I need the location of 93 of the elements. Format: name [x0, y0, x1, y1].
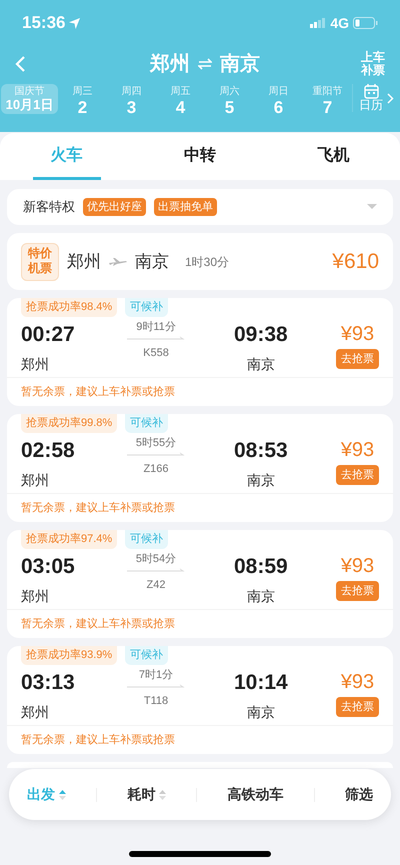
no-ticket-notice: 暂无余票，建议上车补票或抢票: [7, 724, 393, 756]
route-line: [127, 683, 185, 689]
waitlist-tag: 可候补: [125, 646, 168, 664]
train-card[interactable]: 抢票成功率98.4% 可候补 00:27 郑州 9时11分 K558 09:38 南京 ¥93 去抢票 暂无余票，建议上车补票或抢票: [7, 298, 393, 406]
waitlist-tag: 可候补: [125, 530, 168, 548]
success-rate-tag: 抢票成功率93.9%: [21, 646, 118, 664]
departure-time: 03:05: [21, 554, 76, 580]
onboard-ticket-button[interactable]: 上车补票: [360, 50, 386, 78]
train-card[interactable]: 抢票成功率97.4% 可候补 03:05 郑州 5时54分 Z42 08:59 南京 ¥93 去抢票 暂无余票，建议上车补票或抢票: [7, 530, 393, 638]
train-number: T118: [144, 694, 168, 709]
departure-station: 郑州: [21, 355, 50, 374]
success-rate-tag: 抢票成功率99.8%: [21, 414, 118, 432]
arrival-time: 09:38: [234, 322, 288, 348]
success-rate-tag: 抢票成功率97.4%: [21, 530, 118, 548]
mode-tab[interactable]: 火车: [32, 133, 101, 180]
date-tab[interactable]: 周日 6: [254, 84, 303, 120]
network-label: 4G: [330, 14, 349, 32]
ticket-price: ¥93: [340, 438, 374, 462]
sort-option[interactable]: 耗时: [121, 780, 172, 809]
train-card[interactable]: 抢票成功率99.8% 可候补 02:58 郑州 5时55分 Z166 08:53 南京 ¥93 去抢票 暂无余票，建议上车补票或抢票: [7, 414, 393, 522]
grab-ticket-button[interactable]: 去抢票: [336, 348, 379, 369]
date-tab[interactable]: 周六 5: [205, 84, 254, 120]
flight-destination: 南京: [135, 250, 169, 273]
mode-tab[interactable]: 中转: [133, 133, 267, 180]
arrival-station: 南京: [246, 703, 275, 722]
route-line: [127, 567, 185, 573]
sort-option[interactable]: 出发: [21, 780, 72, 809]
calendar-icon: [364, 84, 378, 99]
chevron-right-icon[interactable]: [387, 92, 394, 104]
travel-duration: 7时1分: [138, 668, 174, 682]
departure-station: 郑州: [21, 587, 50, 606]
travel-duration: 5时54分: [136, 552, 176, 566]
ticket-price: ¥93: [340, 322, 374, 346]
flight-card[interactable]: 特价机票 郑州 南京 1时30分 ¥610: [7, 233, 393, 290]
train-number: Z166: [143, 462, 169, 477]
no-ticket-notice: 暂无余票，建议上车补票或抢票: [7, 492, 393, 524]
promo-card[interactable]: 新客特权 优先出好座 出票抽免单: [7, 189, 393, 225]
sort-option[interactable]: 筛选: [338, 780, 379, 809]
promo-label: 新客特权: [23, 198, 75, 216]
grab-ticket-button[interactable]: 去抢票: [336, 464, 379, 485]
travel-duration: 9时11分: [136, 320, 176, 334]
arrival-time: 08:53: [234, 438, 288, 464]
swap-icon[interactable]: [198, 58, 212, 70]
train-number: Z42: [146, 578, 166, 593]
dropdown-icon[interactable]: [367, 204, 377, 210]
date-tab[interactable]: 周五 4: [156, 84, 205, 120]
arrival-station: 南京: [246, 587, 275, 606]
arrival-station: 南京: [246, 355, 275, 374]
arrival-time: 08:59: [234, 554, 288, 580]
departure-time: 00:27: [21, 322, 76, 348]
location-icon: [69, 18, 80, 28]
arrival-station: 南京: [246, 471, 275, 490]
date-tab[interactable]: 周三 2: [58, 84, 107, 120]
plane-icon: [109, 258, 127, 266]
date-tab[interactable]: 周四 3: [107, 84, 156, 120]
signal-icon: [310, 18, 326, 28]
back-icon[interactable]: [14, 55, 26, 73]
ticket-price: ¥93: [340, 670, 374, 694]
departure-time: 03:13: [21, 670, 76, 696]
arrival-time: 10:14: [234, 670, 288, 696]
status-time: 15:36: [22, 12, 66, 34]
flight-price: ¥610: [332, 248, 379, 275]
sort-icon: [59, 790, 66, 800]
grab-ticket-button[interactable]: 去抢票: [336, 696, 379, 717]
date-tab[interactable]: 国庆节 10月1日: [1, 84, 58, 114]
route-line: [127, 451, 185, 457]
waitlist-tag: 可候补: [125, 298, 168, 316]
flight-origin: 郑州: [67, 250, 101, 273]
special-fare-badge: 特价机票: [21, 242, 59, 280]
ticket-price: ¥93: [340, 554, 374, 578]
promo-tag: 出票抽免单: [154, 198, 217, 216]
battery-icon: [353, 17, 378, 29]
date-tab[interactable]: 重阳节 7: [303, 84, 352, 120]
route-line: [127, 335, 185, 341]
departure-station: 郑州: [21, 703, 50, 722]
sort-icon: [159, 790, 166, 800]
calendar-button[interactable]: 日历: [359, 84, 383, 112]
no-ticket-notice: 暂无余票，建议上车补票或抢票: [7, 608, 393, 640]
mode-tab[interactable]: 飞机: [266, 133, 400, 180]
arrival-city[interactable]: 南京: [220, 49, 260, 79]
grab-ticket-button[interactable]: 去抢票: [336, 580, 379, 601]
waitlist-tag: 可候补: [125, 414, 168, 432]
no-ticket-notice: 暂无余票，建议上车补票或抢票: [7, 376, 393, 408]
promo-tag: 优先出好座: [83, 198, 146, 216]
success-rate-tag: 抢票成功率98.4%: [21, 298, 118, 316]
departure-station: 郑州: [21, 471, 50, 490]
departure-time: 02:58: [21, 438, 76, 464]
train-card[interactable]: 抢票成功率93.9% 可候补 03:13 郑州 7时1分 T118 10:14 南京 ¥93 去抢票 暂无余票，建议上车补票或抢票: [7, 646, 393, 754]
travel-duration: 5时55分: [136, 436, 176, 450]
flight-duration: 1时30分: [185, 254, 230, 270]
departure-city[interactable]: 郑州: [150, 49, 190, 79]
train-number: K558: [143, 346, 169, 361]
sort-option[interactable]: 高铁动车: [222, 780, 290, 809]
